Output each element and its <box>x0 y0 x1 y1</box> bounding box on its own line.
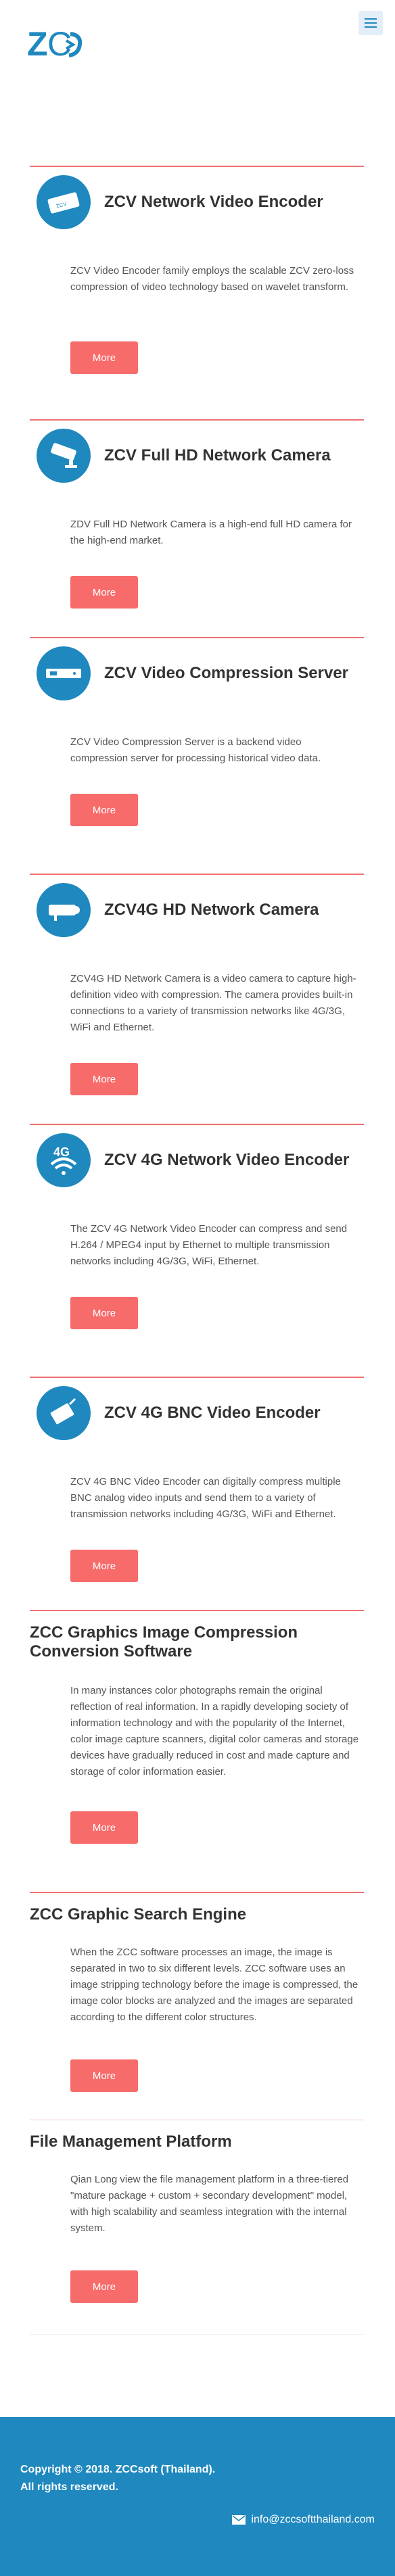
svg-text:Z: Z <box>27 25 48 63</box>
site-footer: Copyright © 2018. ZCCsoft (Thailand). Al… <box>0 2417 395 2576</box>
product-description: ZDV Full HD Network Camera is a high-end… <box>70 519 352 546</box>
product-description: ZCV 4G BNC Video Encoder can digitally c… <box>70 1476 341 1520</box>
product-card-file-management: File Management Platform Qian Long view … <box>30 2120 364 2339</box>
more-button[interactable]: More <box>70 341 138 374</box>
product-description: Qian Long view the file management platf… <box>70 2174 349 2234</box>
product-description: When the ZCC software processes an image… <box>70 1947 358 2023</box>
product-description: ZCV Video Encoder family employs the sca… <box>70 265 354 293</box>
product-card-full-hd-camera: ZCV Full HD Network Camera ZDV Full HD N… <box>30 419 364 636</box>
video-encoder-icon: ZCV <box>37 175 91 229</box>
divider <box>30 2334 364 2335</box>
product-card-image-compression-software: ZCC Graphics Image Compression Conversio… <box>30 1610 364 1894</box>
product-title: ZCV 4G BNC Video Encoder <box>104 1404 321 1422</box>
hamburger-menu-button[interactable] <box>358 11 383 35</box>
network-camera-icon <box>37 883 91 937</box>
product-title: ZCC Graphics Image Compression Conversio… <box>30 1623 298 1661</box>
product-title: ZCC Graphic Search Engine <box>30 1905 247 1924</box>
email-link[interactable]: info@zccsoftthailand.com <box>251 2514 375 2526</box>
copyright: Copyright © 2018. ZCCsoft (Thailand). Al… <box>20 2461 215 2496</box>
more-button[interactable]: More <box>70 576 138 609</box>
product-title: ZCV Full HD Network Camera <box>104 446 331 464</box>
product-description: The ZCV 4G Network Video Encoder can com… <box>70 1223 348 1267</box>
4g-wifi-icon: 4G <box>37 1133 91 1187</box>
product-card-compression-server: ZCV Video Compression Server ZCV Video C… <box>30 637 364 880</box>
hamburger-icon <box>365 18 377 28</box>
product-title: ZCV Network Video Encoder <box>104 193 323 211</box>
product-card-video-encoder: ZCV ZCV Network Video Encoder ZCV Video … <box>30 166 364 382</box>
more-button[interactable]: More <box>70 2059 138 2092</box>
mail-icon <box>232 2515 246 2525</box>
bnc-encoder-icon <box>37 1386 91 1440</box>
product-title: ZCV 4G Network Video Encoder <box>104 1151 350 1169</box>
product-card-4g-video-encoder: 4G ZCV 4G Network Video Encoder The ZCV … <box>30 1124 364 1367</box>
product-title: File Management Platform <box>30 2132 232 2151</box>
product-title: ZCV Video Compression Server <box>104 664 349 682</box>
svg-text:C: C <box>47 25 72 63</box>
server-icon <box>37 646 91 700</box>
product-card-4g-hd-camera: ZCV4G HD Network Camera ZCV4G HD Network… <box>30 874 364 1117</box>
security-camera-icon <box>37 429 91 483</box>
more-button[interactable]: More <box>70 1811 138 1844</box>
product-description: ZCV Video Compression Server is a backen… <box>70 736 321 764</box>
more-button[interactable]: More <box>70 1550 138 1582</box>
zcs-logo[interactable]: Z C <box>27 20 88 68</box>
more-button[interactable]: More <box>70 794 138 826</box>
more-button[interactable]: More <box>70 2270 138 2303</box>
more-button[interactable]: More <box>70 1063 138 1095</box>
product-description: ZCV4G HD Network Camera is a video camer… <box>70 973 356 1033</box>
more-button[interactable]: More <box>70 1297 138 1329</box>
product-card-graphic-search-engine: ZCC Graphic Search Engine When the ZCC s… <box>30 1892 364 2122</box>
copyright-line-2: All rights reserved. <box>20 2481 118 2493</box>
product-title: ZCV4G HD Network Camera <box>104 901 319 919</box>
copyright-line-1: Copyright © 2018. ZCCsoft (Thailand). <box>20 2464 216 2475</box>
email-contact[interactable]: info@zccsoftthailand.com <box>232 2514 375 2526</box>
site-header: Z C <box>0 0 395 74</box>
svg-text:4G: 4G <box>53 1145 70 1159</box>
product-card-4g-bnc-encoder: ZCV 4G BNC Video Encoder ZCV 4G BNC Vide… <box>30 1377 364 1613</box>
product-description: In many instances color photographs rema… <box>70 1685 359 1778</box>
